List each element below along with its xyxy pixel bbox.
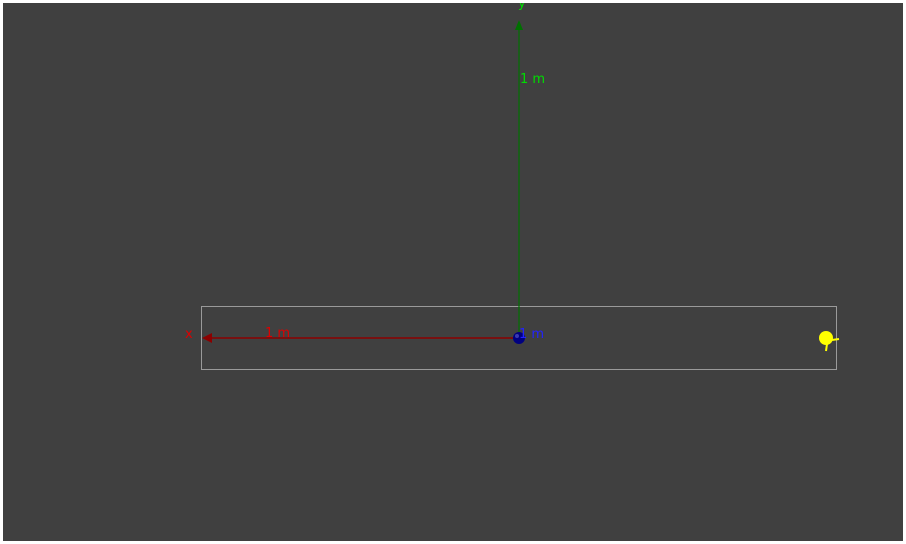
scene-canvas[interactable]: y 1 m x 1 m 1 m <box>3 3 903 541</box>
scene-background <box>3 3 903 541</box>
light-ray <box>831 338 840 341</box>
x-axis-scale-label: 1 m <box>265 326 290 341</box>
y-axis-scale-label: 1 m <box>520 72 545 87</box>
light-stem <box>825 343 828 352</box>
3d-viewport[interactable]: y 1 m x 1 m 1 m <box>3 3 903 541</box>
y-axis-label: y <box>518 3 526 11</box>
x-axis-label: x <box>185 327 193 342</box>
z-axis-scale-label: 1 m <box>519 327 544 342</box>
light-bulb <box>819 331 833 345</box>
